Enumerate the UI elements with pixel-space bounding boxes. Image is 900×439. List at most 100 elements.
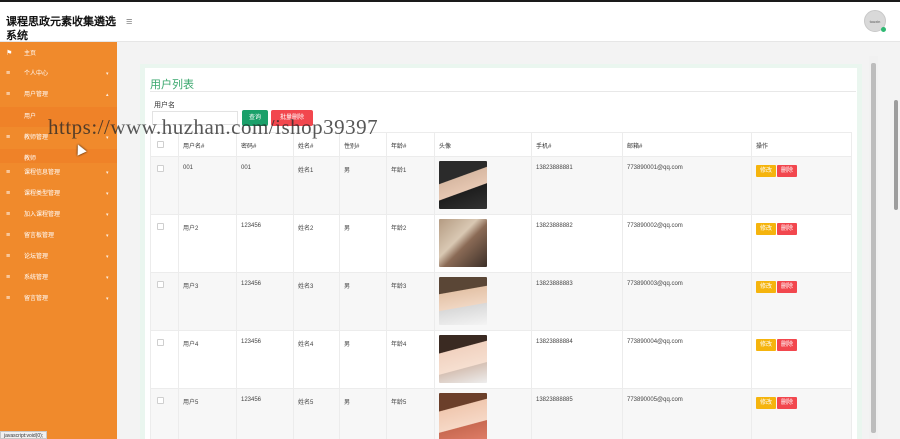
cell-name: 姓名3 <box>293 272 340 331</box>
cell-password: 123456 <box>236 214 294 273</box>
row-checkbox[interactable] <box>157 223 164 230</box>
row-checkbox[interactable] <box>157 397 164 404</box>
chevron-down-icon: ▾ <box>106 254 109 260</box>
sidebar-toggle-icon[interactable]: ≡ <box>126 16 132 28</box>
cell-phone: 13823888881 <box>531 156 623 215</box>
cell-phone: 13823888882 <box>531 214 623 273</box>
cell-email: 773890001@qq.com <box>622 156 752 215</box>
row-select-cell <box>150 388 179 439</box>
edit-button[interactable]: 修改 <box>756 281 777 293</box>
table-row: 001 001 姓名1 男年龄1 13823888881 773890001@qq.com… <box>150 156 852 215</box>
sidebar-item-label: 课程信息管理 <box>24 170 61 176</box>
chevron-down-icon: ▾ <box>106 170 109 176</box>
cell-age: 年龄2 <box>386 214 435 273</box>
row-checkbox[interactable] <box>157 281 164 288</box>
sidebar-item-3[interactable]: 用户 <box>0 107 117 127</box>
cell-avatar <box>434 388 532 439</box>
table-row: 用户2 123456 姓名2 男年龄2 13823888882 773890002@qq.… <box>150 214 852 273</box>
sidebar-item-7[interactable]: ≡ 课程类型管理 ▾ <box>0 184 117 204</box>
chevron-down-icon: ▾ <box>106 71 109 77</box>
col-username[interactable]: 用户名# <box>178 132 237 157</box>
sidebar-item-label: 主页 <box>24 51 37 57</box>
sidebar-item-1[interactable]: ≡ 个人中心 ▾ <box>0 64 117 84</box>
sidebar-item-label: 系统管理 <box>24 275 49 281</box>
top-header: 课程思政元素收集遴选系统 ≡ <box>0 2 900 42</box>
cell-email: 773890002@qq.com <box>622 214 752 273</box>
cell-email: 773890004@qq.com <box>622 330 752 389</box>
cell-gender: 男 <box>339 156 387 215</box>
sidebar-item-2[interactable]: ≡ 用户管理 ▴ <box>0 85 117 105</box>
search-label: 用户名 <box>154 102 175 109</box>
table-row: 用户3 123456 姓名3 男年龄3 13823888883 773890003@qq.… <box>150 272 852 331</box>
row-checkbox[interactable] <box>157 165 164 172</box>
cell-actions: 修改 删除 <box>751 156 852 215</box>
sidebar-item-10[interactable]: ≡ 论坛管理 ▾ <box>0 247 117 267</box>
menu-icon: ≡ <box>6 169 11 176</box>
sidebar-item-5[interactable]: 教师 <box>0 149 117 163</box>
menu-icon: ≡ <box>6 190 11 197</box>
col-phone[interactable]: 手机# <box>531 132 623 157</box>
menu-icon: ≡ <box>6 134 11 141</box>
user-avatar-photo <box>439 219 487 267</box>
sidebar-item-6[interactable]: ≡ 课程信息管理 ▾ <box>0 163 117 183</box>
user-avatar-photo <box>439 161 487 209</box>
row-select-cell <box>150 214 179 273</box>
edit-button[interactable]: 修改 <box>756 339 777 351</box>
row-select-cell <box>150 156 179 215</box>
cell-gender: 男 <box>339 272 387 331</box>
cell-actions: 修改 删除 <box>751 272 852 331</box>
cell-password: 123456 <box>236 330 294 389</box>
user-avatar-photo <box>439 277 487 325</box>
row-checkbox[interactable] <box>157 339 164 346</box>
chevron-down-icon: ▾ <box>106 233 109 239</box>
cell-password: 123456 <box>236 388 294 439</box>
select-all-checkbox[interactable] <box>157 141 164 148</box>
title-divider <box>150 91 856 92</box>
chevron-down-icon: ▾ <box>106 191 109 197</box>
col-name[interactable]: 姓名# <box>293 132 340 157</box>
username-search-input[interactable] <box>152 111 238 125</box>
edit-button[interactable]: 修改 <box>756 165 777 177</box>
user-avatar-photo <box>439 393 487 439</box>
sidebar-item-4[interactable]: ≡ 教师管理 ▾ <box>0 128 117 148</box>
sidebar-item-0[interactable]: ⚑ 主页 <box>0 44 117 64</box>
delete-button[interactable]: 删除 <box>777 281 798 293</box>
sidebar-item-8[interactable]: ≡ 加入课程管理 ▾ <box>0 205 117 225</box>
cell-age: 年龄3 <box>386 272 435 331</box>
cell-username: 001 <box>178 156 237 215</box>
cell-avatar <box>434 214 532 273</box>
col-password[interactable]: 密码# <box>236 132 294 157</box>
cell-age: 年龄1 <box>386 156 435 215</box>
cell-avatar <box>434 330 532 389</box>
edit-button[interactable]: 修改 <box>756 223 777 235</box>
col-gender[interactable]: 性别# <box>339 132 387 157</box>
cell-username: 用户4 <box>178 330 237 389</box>
user-table: 用户名# 密码# 姓名# 性别# 年龄# 头像 手机# 邮箱# 操作 001 00… <box>150 132 852 439</box>
col-age[interactable]: 年龄# <box>386 132 435 157</box>
cell-gender: 男 <box>339 330 387 389</box>
table-header-row: 用户名# 密码# 姓名# 性别# 年龄# 头像 手机# 邮箱# 操作 <box>150 132 852 157</box>
menu-icon: ≡ <box>6 211 11 218</box>
cell-name: 姓名5 <box>293 388 340 439</box>
online-status-dot <box>881 27 886 32</box>
cell-avatar <box>434 272 532 331</box>
sidebar-item-11[interactable]: ≡ 系统管理 ▾ <box>0 268 117 288</box>
menu-icon: ≡ <box>6 70 11 77</box>
delete-button[interactable]: 删除 <box>777 165 798 177</box>
delete-button[interactable]: 删除 <box>777 223 798 235</box>
batch-delete-button[interactable]: 批量删除 <box>271 110 313 126</box>
panel-scrollbar-thumb[interactable] <box>871 63 876 433</box>
cell-name: 姓名2 <box>293 214 340 273</box>
chevron-down-icon: ▾ <box>106 296 109 302</box>
sidebar-item-label: 教师管理 <box>24 135 49 141</box>
search-button[interactable]: 查询 <box>242 110 268 126</box>
edit-button[interactable]: 修改 <box>756 397 777 409</box>
delete-button[interactable]: 删除 <box>777 397 798 409</box>
sidebar-item-12[interactable]: ≡ 留言管理 ▾ <box>0 289 117 309</box>
page-scrollbar-thumb[interactable] <box>894 100 898 210</box>
cell-phone: 13823888883 <box>531 272 623 331</box>
sidebar-item-9[interactable]: ≡ 留言板管理 ▾ <box>0 226 117 246</box>
col-email[interactable]: 邮箱# <box>622 132 752 157</box>
sidebar-item-label: 用户管理 <box>24 92 49 98</box>
delete-button[interactable]: 删除 <box>777 339 798 351</box>
